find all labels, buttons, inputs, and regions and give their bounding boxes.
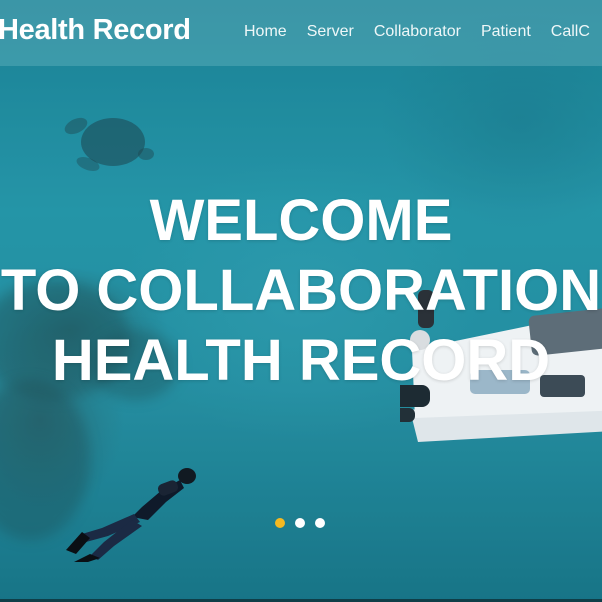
hero-line-collaboration: TO COLLABORATION bbox=[0, 258, 602, 323]
top-navbar: Health Record Home Server Collaborator P… bbox=[0, 0, 602, 66]
carousel-dot-3[interactable] bbox=[315, 518, 325, 528]
brand-title[interactable]: Health Record bbox=[0, 14, 191, 47]
hero-line-welcome: WELCOME bbox=[149, 188, 453, 253]
nav-item-home[interactable]: Home bbox=[244, 23, 287, 41]
nav-item-patient[interactable]: Patient bbox=[481, 23, 531, 41]
carousel-dot-2[interactable] bbox=[295, 518, 305, 528]
carousel-indicators bbox=[275, 518, 335, 528]
sea-turtle-image bbox=[64, 117, 154, 171]
page: Health Record Home Server Collaborator P… bbox=[0, 0, 602, 602]
hero-heading: WELCOME TO COLLABORATION HEALTH RECORD bbox=[0, 186, 602, 396]
diver-image bbox=[66, 468, 196, 562]
nav-item-collaborator[interactable]: Collaborator bbox=[374, 23, 461, 41]
main-nav: Home Server Collaborator Patient CallC bbox=[244, 23, 602, 41]
nav-item-server[interactable]: Server bbox=[307, 23, 354, 41]
carousel-dot-1[interactable] bbox=[275, 518, 285, 528]
nav-item-callc[interactable]: CallC bbox=[551, 23, 590, 41]
hero-line-health-record: HEALTH RECORD bbox=[51, 328, 551, 393]
